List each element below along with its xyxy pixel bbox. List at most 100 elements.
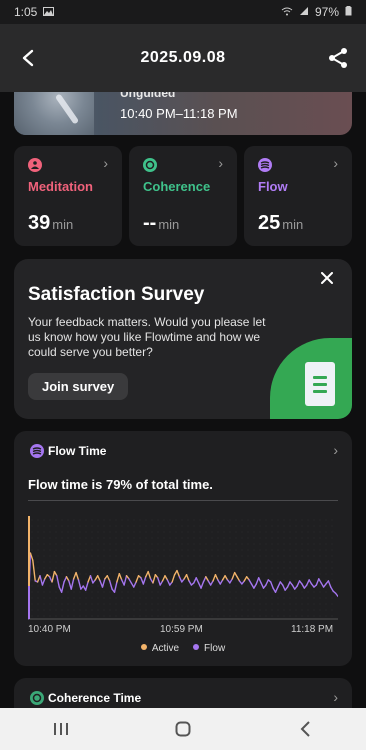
grid-dot bbox=[277, 525, 279, 527]
grid-dot bbox=[223, 579, 225, 581]
grid-dot bbox=[223, 525, 225, 527]
recent-apps-button[interactable] bbox=[41, 714, 81, 744]
meditation-card[interactable]: › Meditation 39 min bbox=[14, 146, 122, 246]
home-button[interactable] bbox=[163, 714, 203, 744]
flow-card[interactable]: › Flow 25 min bbox=[244, 146, 352, 246]
grid-dot bbox=[319, 561, 321, 563]
grid-dot bbox=[331, 585, 333, 587]
grid-dot bbox=[85, 591, 87, 593]
grid-dot bbox=[313, 537, 315, 539]
close-icon bbox=[321, 272, 333, 284]
metric-label: Coherence bbox=[143, 179, 211, 194]
grid-dot bbox=[85, 573, 87, 575]
grid-dot bbox=[121, 597, 123, 599]
grid-dot bbox=[175, 549, 177, 551]
session-time-range: 10:40 PM–11:18 PM bbox=[120, 106, 238, 121]
back-button[interactable] bbox=[14, 44, 42, 72]
grid-dot bbox=[85, 561, 87, 563]
grid-dot bbox=[31, 567, 33, 569]
grid-dot bbox=[229, 561, 231, 563]
series-line-segment bbox=[133, 581, 137, 588]
grid-dot bbox=[271, 519, 273, 521]
grid-dot bbox=[43, 543, 45, 545]
back-nav-button[interactable] bbox=[285, 714, 325, 744]
series-line-segment bbox=[128, 578, 133, 584]
grid-dot bbox=[217, 525, 219, 527]
series-line-segment bbox=[44, 574, 48, 580]
grid-dot bbox=[205, 615, 207, 617]
grid-dot bbox=[79, 579, 81, 581]
chevron-right-icon: › bbox=[218, 155, 223, 171]
grid-dot bbox=[277, 609, 279, 611]
grid-dot bbox=[265, 561, 267, 563]
grid-dot bbox=[205, 525, 207, 527]
grid-dot bbox=[181, 567, 183, 569]
grid-dot bbox=[55, 615, 57, 617]
grid-dot bbox=[115, 579, 117, 581]
grid-dot bbox=[271, 555, 273, 557]
grid-dot bbox=[139, 585, 141, 587]
metric-unit: min bbox=[282, 217, 304, 232]
grid-dot bbox=[67, 585, 69, 587]
grid-dot bbox=[319, 597, 321, 599]
grid-dot bbox=[91, 561, 93, 563]
series-line-segment bbox=[77, 579, 82, 590]
grid-dot bbox=[295, 603, 297, 605]
grid-dot bbox=[295, 537, 297, 539]
grid-dot bbox=[313, 561, 315, 563]
session-type: Unguided bbox=[120, 92, 176, 100]
grid-dot bbox=[319, 615, 321, 617]
grid-dot bbox=[223, 615, 225, 617]
grid-dot bbox=[223, 549, 225, 551]
share-button[interactable] bbox=[324, 44, 352, 72]
grid-dot bbox=[331, 579, 333, 581]
grid-dot bbox=[241, 555, 243, 557]
system-nav-bar bbox=[0, 708, 366, 750]
grid-dot bbox=[103, 603, 105, 605]
grid-dot bbox=[181, 555, 183, 557]
grid-dot bbox=[193, 585, 195, 587]
grid-dot bbox=[169, 531, 171, 533]
grid-dot bbox=[283, 573, 285, 575]
meditation-icon bbox=[28, 158, 42, 172]
coherence-card[interactable]: › Coherence -- min bbox=[129, 146, 237, 246]
grid-dot bbox=[133, 579, 135, 581]
grid-dot bbox=[79, 573, 81, 575]
session-card[interactable]: Unguided 10:40 PM–11:18 PM bbox=[14, 92, 352, 135]
close-button[interactable] bbox=[316, 267, 338, 289]
app-header: 2025.09.08 bbox=[0, 24, 366, 92]
grid-dot bbox=[295, 555, 297, 557]
grid-dot bbox=[205, 609, 207, 611]
series-line-segment bbox=[334, 592, 338, 598]
grid-dot bbox=[301, 591, 303, 593]
grid-dot bbox=[211, 561, 213, 563]
grid-dot bbox=[175, 579, 177, 581]
grid-dot bbox=[235, 549, 237, 551]
join-survey-button[interactable]: Join survey bbox=[28, 373, 129, 400]
grid-dot bbox=[73, 549, 75, 551]
grid-dot bbox=[289, 615, 291, 617]
grid-dot bbox=[289, 555, 291, 557]
grid-dot bbox=[199, 561, 201, 563]
grid-dot bbox=[139, 555, 141, 557]
grid-dot bbox=[247, 549, 249, 551]
grid-dot bbox=[253, 531, 255, 533]
grid-dot bbox=[289, 585, 291, 587]
grid-dot bbox=[319, 549, 321, 551]
grid-dot bbox=[85, 597, 87, 599]
flow-time-card[interactable]: Flow Time › Flow time is 79% of total ti… bbox=[14, 431, 352, 666]
grid-dot bbox=[325, 579, 327, 581]
grid-dot bbox=[253, 591, 255, 593]
series-line-segment bbox=[152, 574, 157, 584]
grid-dot bbox=[211, 525, 213, 527]
grid-dot bbox=[271, 573, 273, 575]
grid-dot bbox=[289, 567, 291, 569]
grid-dot bbox=[277, 549, 279, 551]
grid-dot bbox=[295, 591, 297, 593]
grid-dot bbox=[319, 591, 321, 593]
grid-dot bbox=[121, 543, 123, 545]
grid-dot bbox=[235, 603, 237, 605]
grid-dot bbox=[265, 603, 267, 605]
grid-dot bbox=[259, 537, 261, 539]
grid-dot bbox=[97, 573, 99, 575]
